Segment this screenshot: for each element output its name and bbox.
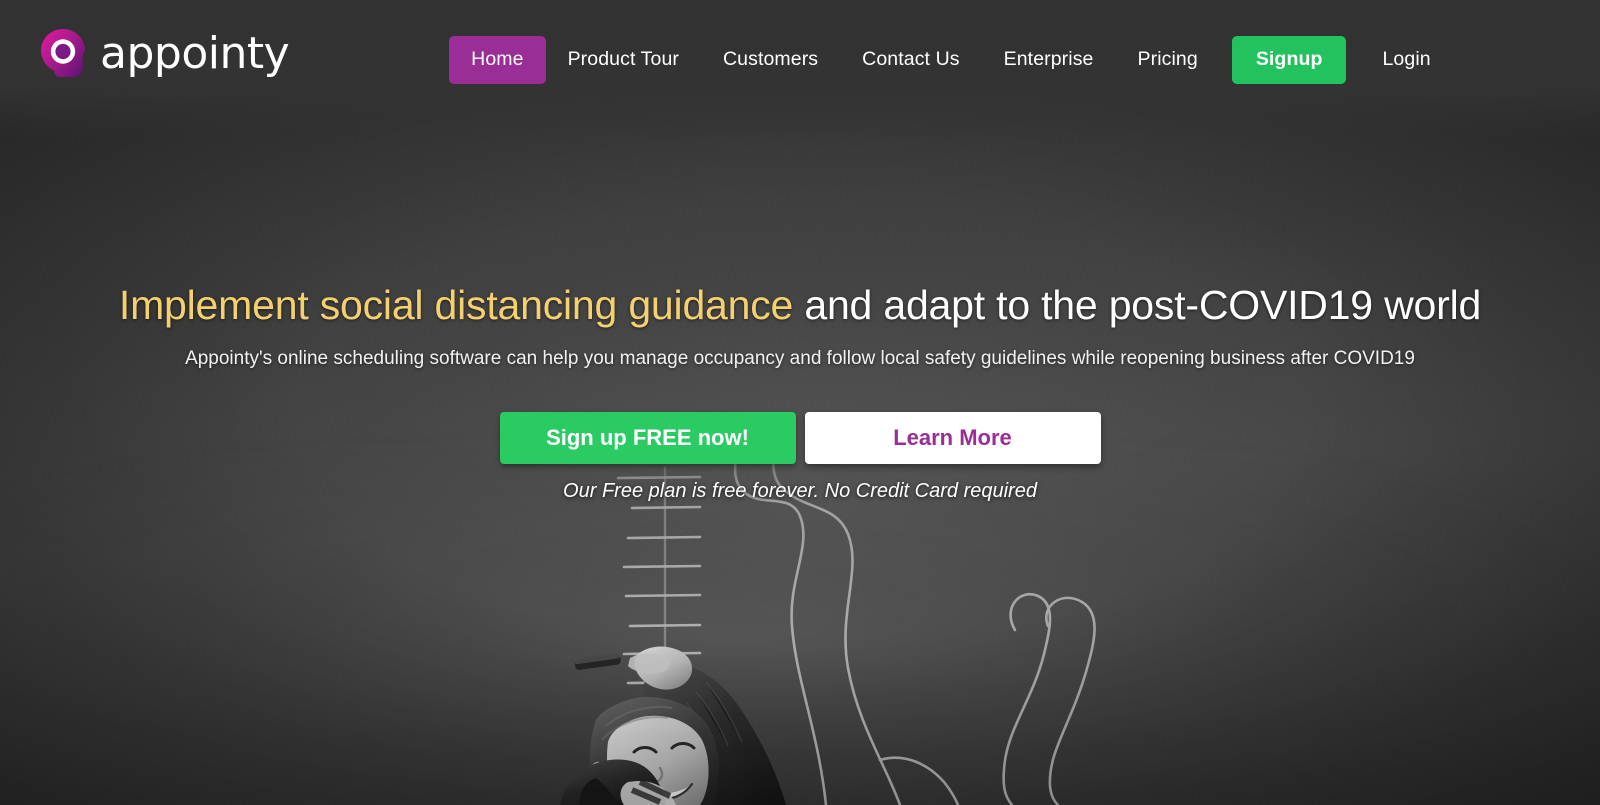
hero-headline-highlight: Implement social distancing guidance [118, 282, 794, 328]
nav-item-signup[interactable]: Signup [1231, 36, 1347, 84]
appointy-pin-logo-icon [40, 28, 86, 78]
hero-free-plan-note: Our Free plan is free forever. No Credit… [563, 479, 1037, 502]
learn-more-button[interactable]: Learn More [804, 411, 1101, 464]
hero-subheadline: Appointy's online scheduling software ca… [185, 347, 1415, 369]
brand-name: appointy [100, 28, 290, 79]
nav-item-customers[interactable]: Customers [701, 36, 840, 84]
nav-item-product-tour[interactable]: Product Tour [546, 36, 701, 84]
nav-item-enterprise[interactable]: Enterprise [982, 36, 1116, 84]
hero-headline: Implement social distancing guidance and… [0, 282, 1600, 329]
brand-logo-link[interactable]: appointy [40, 28, 290, 79]
signup-free-button[interactable]: Sign up FREE now! [499, 411, 796, 464]
hero-headline-rest: and adapt to the post-COVID19 world [793, 282, 1482, 328]
main-navigation: Home Product Tour Customers Contact Us E… [449, 36, 1431, 84]
site-header: appointy Home Product Tour Customers Con… [0, 0, 1600, 120]
nav-item-login[interactable]: Login [1360, 36, 1430, 84]
landing-page: appointy Home Product Tour Customers Con… [0, 0, 1600, 805]
nav-item-pricing[interactable]: Pricing [1116, 36, 1220, 84]
nav-item-contact-us[interactable]: Contact Us [840, 36, 981, 84]
hero-cta-group: Sign up FREE now! Learn More [0, 411, 1600, 464]
nav-item-home[interactable]: Home [449, 36, 546, 84]
